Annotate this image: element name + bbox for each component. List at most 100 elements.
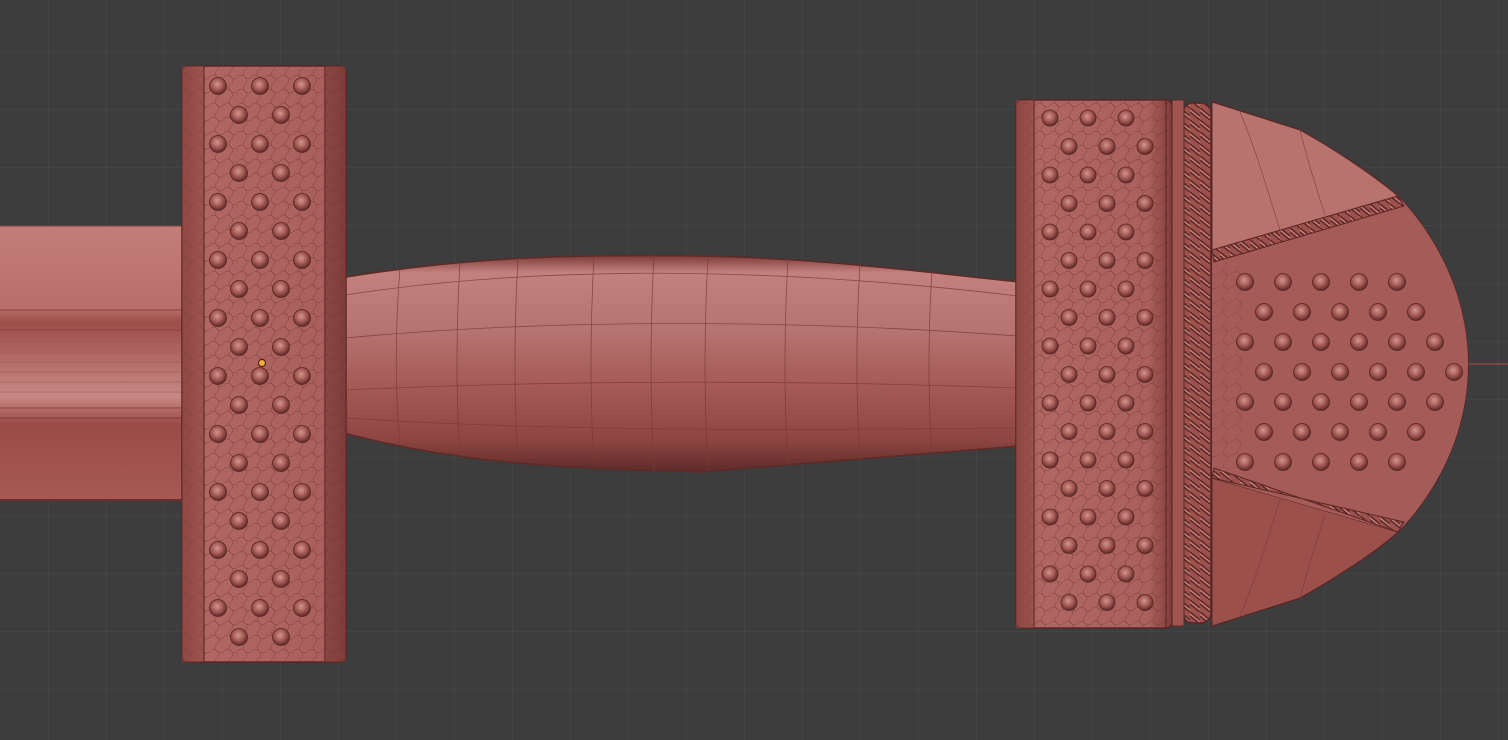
dimple [1117, 109, 1135, 127]
dimple [1350, 453, 1368, 471]
blade[interactable] [0, 225, 190, 501]
dimple [1136, 480, 1154, 497]
dimple [293, 425, 311, 443]
dimple [251, 77, 269, 95]
dimple [230, 454, 248, 472]
dimple [1117, 166, 1135, 184]
dimple [1117, 280, 1135, 298]
dimple [1117, 565, 1135, 583]
dimple [293, 135, 311, 153]
dimple [1407, 423, 1425, 441]
pommel-guard[interactable] [1015, 99, 1173, 629]
dimple [272, 396, 290, 414]
dimple [293, 193, 311, 211]
dimple [1041, 451, 1059, 469]
dimple [1274, 453, 1292, 471]
dimple [1312, 273, 1330, 291]
dimple [1388, 333, 1406, 351]
dimple [1426, 393, 1444, 411]
dimple [1236, 453, 1254, 471]
dimple [1079, 394, 1097, 412]
dimple [209, 483, 227, 501]
dimple [272, 164, 290, 182]
dimple [230, 570, 248, 588]
dimple [1236, 273, 1254, 291]
dimple [209, 251, 227, 269]
dimple [230, 628, 248, 646]
dimple [251, 193, 269, 211]
dimple [1331, 423, 1349, 441]
dimple [1098, 309, 1116, 326]
dimple [1079, 223, 1097, 241]
dimple [1117, 223, 1135, 241]
dimple [1369, 363, 1387, 381]
dimple [1060, 366, 1078, 383]
dimple [1098, 252, 1116, 269]
grip[interactable] [339, 254, 1021, 473]
dimple [272, 570, 290, 588]
dimple [1079, 109, 1097, 127]
dimple [251, 135, 269, 153]
dimple [1079, 565, 1097, 583]
dimple [293, 599, 311, 617]
dimple [1060, 537, 1078, 554]
dimple [230, 164, 248, 182]
dimple [1060, 195, 1078, 212]
dimple [1136, 138, 1154, 155]
crossguard[interactable] [181, 65, 347, 663]
dimple [1041, 280, 1059, 298]
dimple [293, 367, 311, 385]
dimple [1293, 423, 1311, 441]
rope-band-ring [1171, 99, 1185, 627]
dimple [1117, 451, 1135, 469]
dimple [209, 135, 227, 153]
dimple [1407, 363, 1425, 381]
dimple [1293, 363, 1311, 381]
dimple [209, 599, 227, 617]
dimple [1079, 451, 1097, 469]
dimple [1117, 337, 1135, 355]
dimple [230, 396, 248, 414]
dimple [251, 425, 269, 443]
dimple [1098, 423, 1116, 440]
3d-viewport[interactable] [0, 0, 1508, 740]
dimple [1079, 166, 1097, 184]
dimple [1274, 333, 1292, 351]
dimple [209, 193, 227, 211]
dimple [251, 541, 269, 559]
dimple [1293, 303, 1311, 321]
dimple [251, 309, 269, 327]
viewport-canvas[interactable] [0, 0, 1508, 740]
dimple [1098, 537, 1116, 554]
dimple [272, 106, 290, 124]
dimple [1388, 273, 1406, 291]
dimple [1136, 195, 1154, 212]
dimple [1041, 508, 1059, 526]
dimple [1136, 252, 1154, 269]
dimple [272, 454, 290, 472]
dimple [1312, 333, 1330, 351]
dimple [293, 309, 311, 327]
dimple [1445, 363, 1463, 381]
dimple [272, 512, 290, 530]
dimple [1274, 393, 1292, 411]
dimple [1060, 252, 1078, 269]
dimple [1255, 303, 1273, 321]
dimple [1331, 303, 1349, 321]
dimple [1060, 594, 1078, 611]
dimple [1041, 109, 1059, 127]
dimple [272, 338, 290, 356]
dimple [1041, 223, 1059, 241]
dimple [272, 222, 290, 240]
dimple [1098, 195, 1116, 212]
dimple [230, 222, 248, 240]
dimple [1041, 337, 1059, 355]
dimple [230, 106, 248, 124]
dimple [209, 367, 227, 385]
dimple [1274, 273, 1292, 291]
dimple [1098, 366, 1116, 383]
dimple [1407, 303, 1425, 321]
dimple [1041, 394, 1059, 412]
dimple [1388, 453, 1406, 471]
dimple [251, 599, 269, 617]
